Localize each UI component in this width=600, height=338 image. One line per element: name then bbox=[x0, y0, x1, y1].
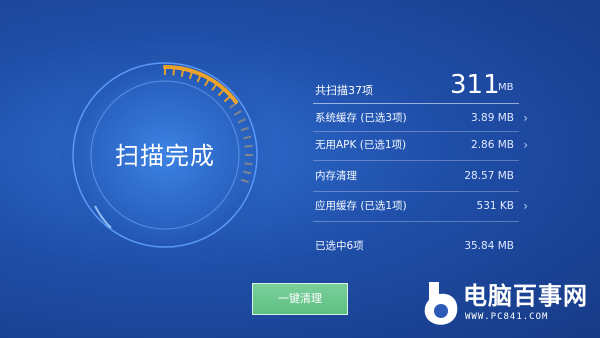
item-label: 系统缓存 (已选3项) bbox=[315, 112, 407, 124]
list-item-unused-apk[interactable]: 无用APK (已选1项) 2.86 MB › bbox=[313, 135, 528, 155]
item-size: 531 KB bbox=[476, 200, 514, 212]
item-label: 内存清理 bbox=[315, 170, 357, 182]
watermark: 电脑百事网 WWW.PC841.COM bbox=[421, 278, 596, 330]
selected-total-row: 已选中6项 35.84 MB bbox=[313, 236, 528, 256]
selected-size: 35.84 MB bbox=[464, 240, 514, 252]
divider bbox=[313, 191, 519, 192]
progress-tick bbox=[244, 144, 253, 148]
item-size: 28.57 MB bbox=[464, 170, 514, 182]
chevron-right-icon[interactable]: › bbox=[523, 196, 528, 216]
list-item-system-cache[interactable]: 系统缓存 (已选3项) 3.89 MB › bbox=[313, 108, 528, 128]
total-size-value: 311 bbox=[450, 70, 500, 100]
item-size: 3.89 MB bbox=[471, 112, 514, 124]
progress-tick bbox=[244, 162, 253, 166]
divider bbox=[313, 131, 519, 132]
watermark-url: WWW.PC841.COM bbox=[465, 312, 549, 322]
scan-count-label: 共扫描37项 bbox=[315, 84, 373, 97]
scan-summary: 共扫描37项 311 MB bbox=[313, 70, 519, 102]
item-size: 2.86 MB bbox=[471, 139, 514, 151]
item-label: 应用缓存 (已选1项) bbox=[315, 200, 407, 212]
divider bbox=[313, 103, 519, 104]
watermark-title: 电脑百事网 bbox=[463, 282, 588, 310]
divider bbox=[313, 160, 519, 161]
list-item-memory-clean[interactable]: 内存清理 28.57 MB bbox=[313, 166, 528, 186]
site-logo-icon bbox=[424, 282, 458, 325]
scan-complete-title: 扫描完成 bbox=[115, 142, 215, 170]
item-label: 无用APK (已选1项) bbox=[315, 139, 407, 151]
divider bbox=[313, 221, 519, 222]
list-item-app-cache[interactable]: 应用缓存 (已选1项) 531 KB › bbox=[313, 196, 528, 216]
total-size-unit: MB bbox=[498, 82, 514, 93]
one-click-clean-button[interactable]: 一键清理 bbox=[252, 283, 348, 315]
chevron-right-icon[interactable]: › bbox=[523, 108, 528, 128]
selected-count-label: 已选中6项 bbox=[315, 240, 364, 252]
chevron-right-icon[interactable]: › bbox=[523, 135, 528, 155]
